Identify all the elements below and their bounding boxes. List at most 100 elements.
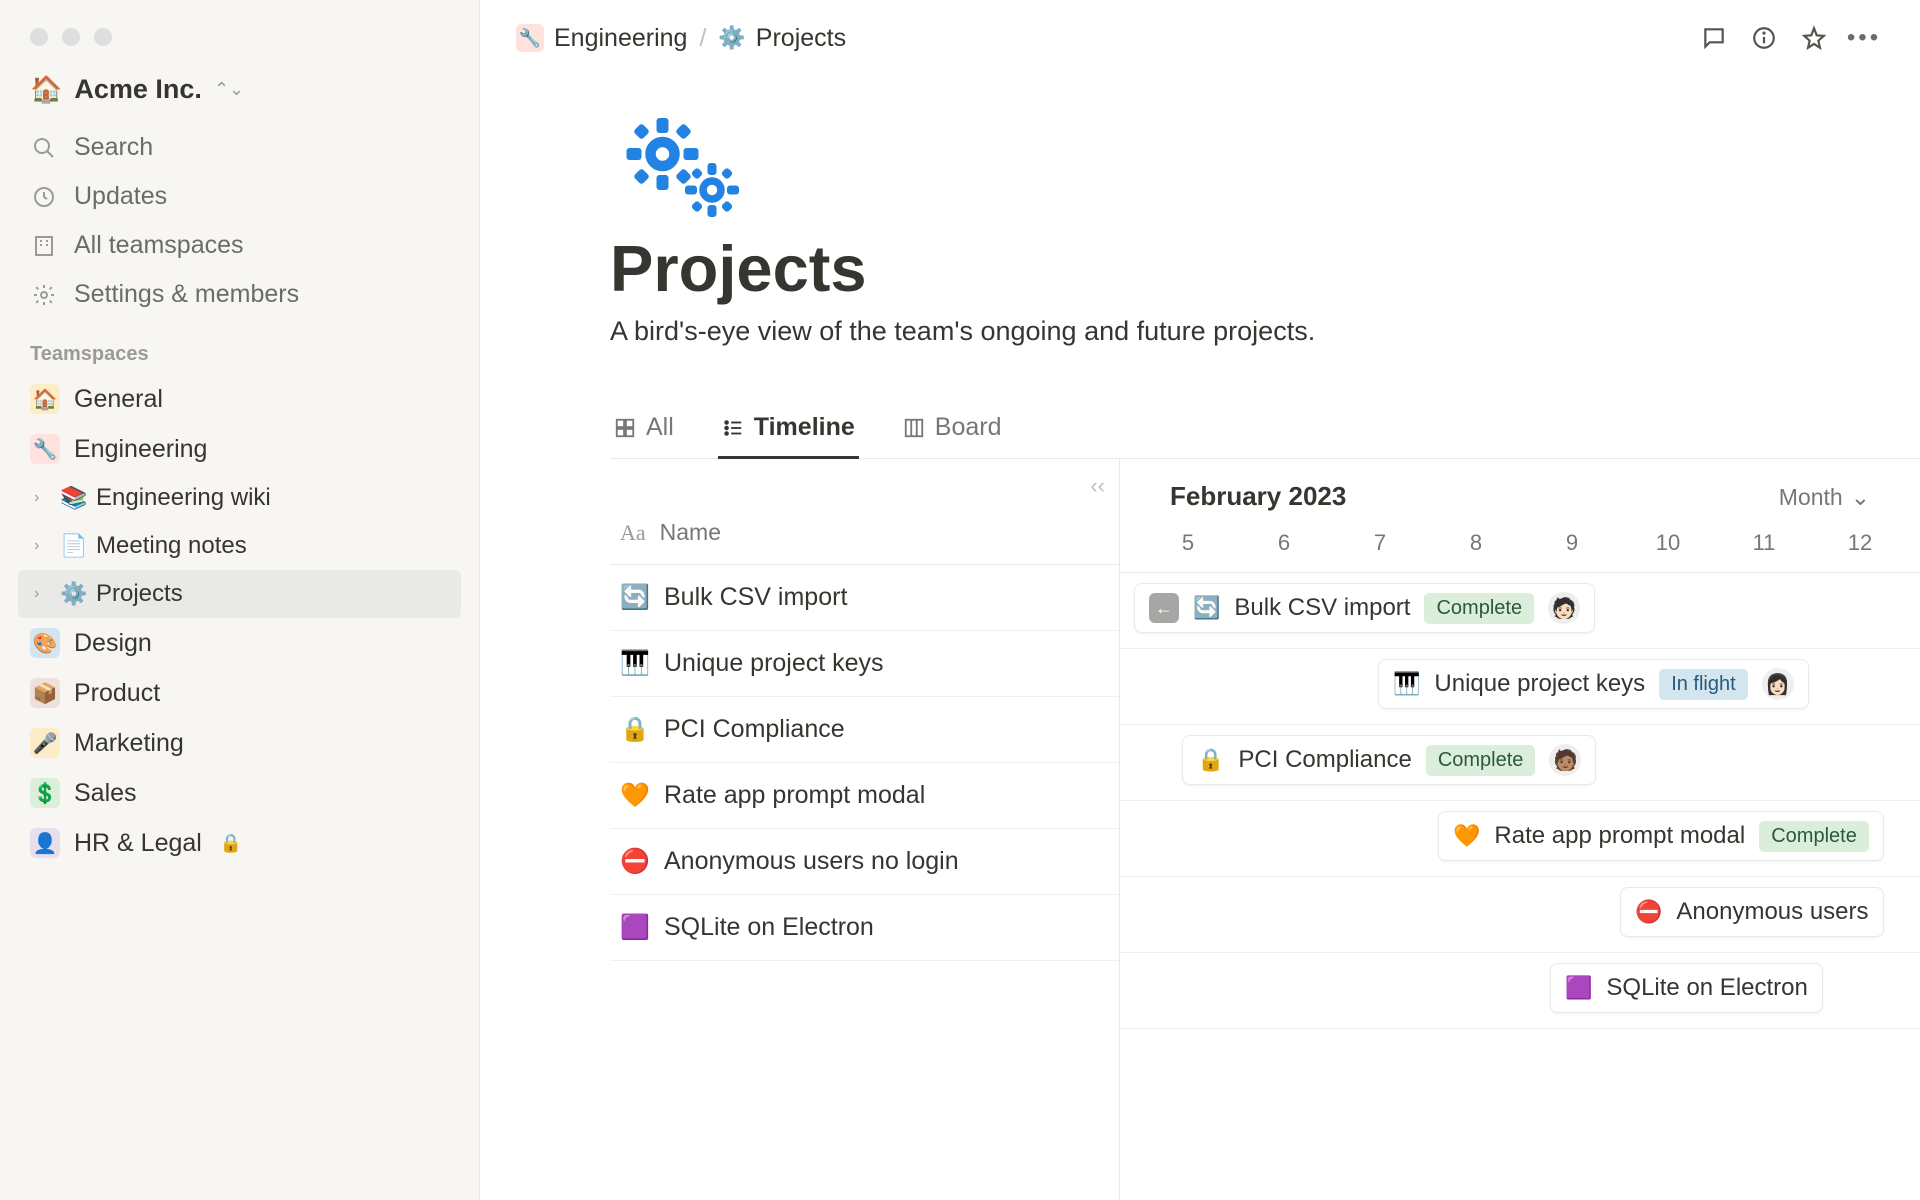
teamspace-product[interactable]: 📦 Product	[0, 668, 479, 718]
teamspace-label: HR & Legal	[74, 829, 202, 858]
title-property-icon: Aa	[620, 520, 646, 546]
timeline-row[interactable]: ←🔄Bulk CSV importComplete🧑🏻	[1120, 573, 1920, 649]
name-row[interactable]: 🧡Rate app prompt modal	[610, 763, 1119, 829]
workspace-icon: 🏠	[30, 74, 62, 105]
nav-all-teamspaces[interactable]: All teamspaces	[0, 221, 479, 270]
name-row[interactable]: ⛔Anonymous users no login	[610, 829, 1119, 895]
row-title: Rate app prompt modal	[664, 781, 925, 810]
teamspace-marketing[interactable]: 🎤 Marketing	[0, 718, 479, 768]
minimize-window[interactable]	[62, 28, 80, 46]
name-row[interactable]: 🔒PCI Compliance	[610, 697, 1119, 763]
maximize-window[interactable]	[94, 28, 112, 46]
timeline-row[interactable]: ⛔Anonymous users	[1120, 877, 1920, 953]
tab-label: Board	[935, 413, 1002, 442]
breadcrumb-parent[interactable]: 🔧 Engineering	[516, 24, 687, 53]
view-tab-timeline[interactable]: Timeline	[718, 403, 859, 459]
nav-updates-label: Updates	[74, 182, 167, 211]
close-window[interactable]	[30, 28, 48, 46]
teamspace-label: Engineering	[74, 435, 207, 464]
back-arrow-icon[interactable]: ←	[1149, 593, 1179, 623]
name-row[interactable]: 🔄Bulk CSV import	[610, 565, 1119, 631]
collapse-column-button[interactable]: ‹‹	[1090, 473, 1105, 499]
comments-button[interactable]	[1694, 18, 1734, 58]
page-subtitle[interactable]: A bird's-eye view of the team's ongoing …	[610, 316, 1920, 347]
page-title[interactable]: Projects	[610, 231, 1920, 306]
avatar: 🧑🏽	[1549, 744, 1581, 776]
teamspaces-header: Teamspaces	[0, 319, 479, 374]
row-icon: 🎹	[620, 649, 650, 678]
info-button[interactable]	[1744, 18, 1784, 58]
name-row[interactable]: 🟪SQLite on Electron	[610, 895, 1119, 961]
page-label: Engineering wiki	[96, 484, 271, 512]
timeline-view: ‹‹ Aa Name 🔄Bulk CSV import 🎹 Unique proje…	[610, 459, 1920, 1200]
bar-title: PCI Compliance	[1238, 746, 1411, 774]
view-tab-all[interactable]: All	[610, 403, 678, 459]
nav-search[interactable]: Search	[0, 123, 479, 172]
dollar-icon: 💲	[30, 778, 60, 808]
timeline-column: February 2023 Month ⌄ 56789101112 ←🔄Bulk…	[1120, 459, 1920, 1200]
breadcrumb-current-label: Projects	[756, 24, 846, 53]
timeline-scale-select[interactable]: Month ⌄	[1779, 484, 1870, 511]
timeline-bar[interactable]: 🟪 SQLite on Electron	[1550, 963, 1823, 1013]
favorite-button[interactable]	[1794, 18, 1834, 58]
timeline-bar[interactable]: ←🔄Bulk CSV importComplete🧑🏻	[1134, 583, 1595, 633]
name-column-header: ‹‹ Aa Name	[610, 459, 1119, 565]
home-icon: 🏠	[30, 384, 60, 414]
row-icon: ⛔	[620, 847, 650, 876]
bar-title: Unique project keys	[1434, 670, 1645, 698]
timeline-row[interactable]: 🎹Unique project keysIn flight👩🏻	[1120, 649, 1920, 725]
bar-title: SQLite on Electron	[1606, 974, 1807, 1002]
workspace-switcher[interactable]: 🏠 Acme Inc. ⌃⌄	[0, 66, 479, 123]
timeline-bar[interactable]: 🔒PCI ComplianceComplete🧑🏽	[1182, 735, 1596, 785]
more-button[interactable]: •••	[1844, 18, 1884, 58]
nav-updates[interactable]: Updates	[0, 172, 479, 221]
timeline-bar[interactable]: 🧡Rate app prompt modalComplete	[1438, 811, 1884, 861]
page-icon[interactable]	[610, 106, 1920, 231]
teamspace-sales[interactable]: 💲 Sales	[0, 768, 479, 818]
nav-all-teamspaces-label: All teamspaces	[74, 231, 244, 260]
row-title: Bulk CSV import	[664, 583, 847, 612]
breadcrumb-current[interactable]: ⚙️ Projects	[718, 24, 846, 53]
avatar: 🧑🏻	[1548, 592, 1580, 624]
timeline-bar[interactable]: 🎹Unique project keysIn flight👩🏻	[1378, 659, 1809, 709]
view-tabs: All Timeline Board	[610, 403, 1920, 459]
lock-icon: 🔒	[220, 833, 242, 854]
name-row[interactable]: 🎹 Unique project keys	[610, 631, 1119, 697]
teamspace-design[interactable]: 🎨 Design	[0, 618, 479, 668]
bar-icon: 🔒	[1197, 747, 1224, 773]
teamspace-engineering[interactable]: 🔧 Engineering	[0, 424, 479, 474]
chevron-right-icon[interactable]: ›	[34, 489, 50, 507]
wrench-icon: 🔧	[30, 434, 60, 464]
palette-icon: 🎨	[30, 628, 60, 658]
teamspace-label: Design	[74, 629, 152, 658]
timeline-bar[interactable]: ⛔Anonymous users	[1620, 887, 1884, 937]
sidebar-page-meeting-notes[interactable]: › 📄 Meeting notes	[0, 522, 479, 570]
sidebar-page-engineering-wiki[interactable]: › 📚 Engineering wiki	[0, 474, 479, 522]
teamspace-general[interactable]: 🏠 General	[0, 374, 479, 424]
bar-icon: 🟪	[1565, 975, 1592, 1001]
timeline-row[interactable]: 🔒PCI ComplianceComplete🧑🏽	[1120, 725, 1920, 801]
row-title: Unique project keys	[664, 649, 884, 678]
timeline-row[interactable]: 🟪 SQLite on Electron	[1120, 953, 1920, 1029]
status-badge: In flight	[1659, 669, 1747, 700]
document-icon: 📄	[60, 533, 86, 559]
name-column: ‹‹ Aa Name 🔄Bulk CSV import 🎹 Unique proje…	[610, 459, 1120, 1200]
breadcrumb-parent-label: Engineering	[554, 24, 687, 53]
timeline-row[interactable]: 🧡Rate app prompt modalComplete	[1120, 801, 1920, 877]
teamspace-hr-legal[interactable]: 👤 HR & Legal 🔒	[0, 818, 479, 868]
timeline-day: 8	[1428, 530, 1524, 556]
topbar: 🔧 Engineering / ⚙️ Projects •••	[480, 0, 1920, 76]
chevron-down-icon: ⌄	[1851, 484, 1870, 511]
view-tab-board[interactable]: Board	[899, 403, 1006, 459]
breadcrumb: 🔧 Engineering / ⚙️ Projects	[516, 24, 846, 53]
timeline-day: 10	[1620, 530, 1716, 556]
mic-icon: 🎤	[30, 728, 60, 758]
timeline-day: 11	[1716, 530, 1812, 556]
nav-settings[interactable]: Settings & members	[0, 270, 479, 319]
sidebar-page-projects[interactable]: › ⚙️ Projects	[18, 570, 461, 618]
bar-title: Bulk CSV import	[1234, 594, 1410, 622]
sidebar: 🏠 Acme Inc. ⌃⌄ Search Updates All teamsp…	[0, 0, 480, 1200]
chevron-right-icon[interactable]: ›	[34, 537, 50, 555]
chevron-right-icon[interactable]: ›	[34, 585, 50, 603]
page-body: Projects A bird's-eye view of the team's…	[480, 76, 1920, 1200]
